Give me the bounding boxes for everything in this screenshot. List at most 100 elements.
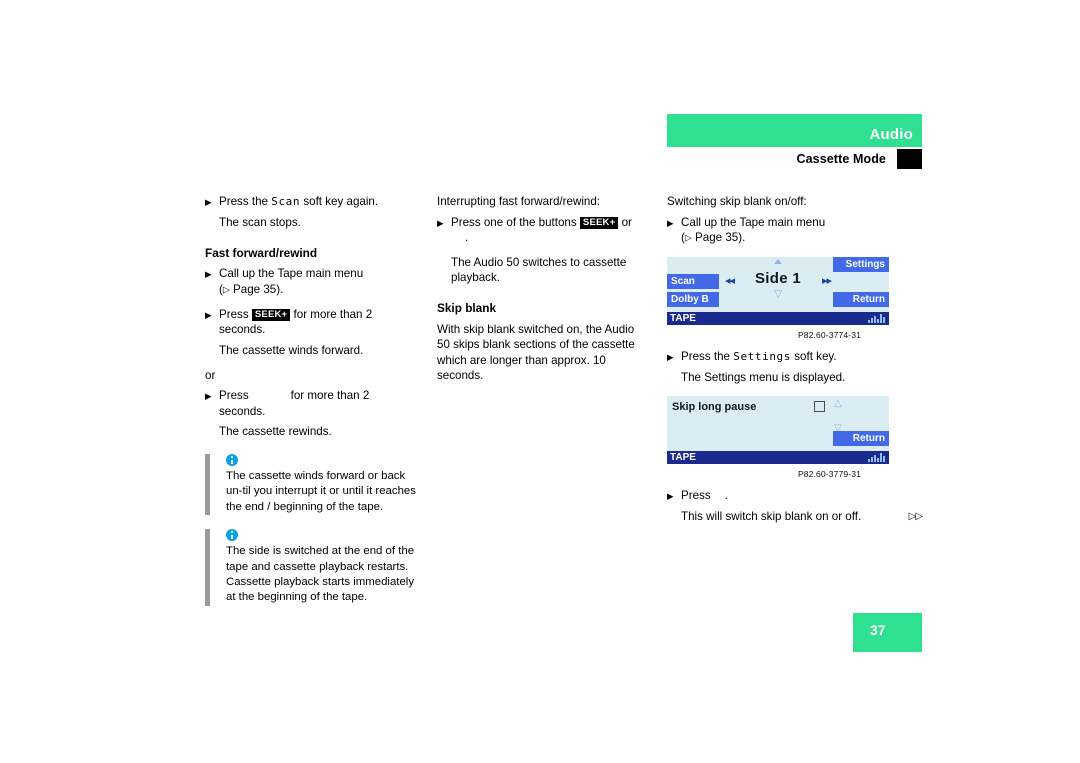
pgref-post: Page 35). [691,231,746,245]
interrupt-result-line2: playback. [451,271,500,285]
press-buttons-post: or [621,215,632,229]
screen-canvas: Side 1 ◂◂ ▸▸ Scan Dolby B Settings Retur… [667,257,889,313]
page-reference: (▷ Page 35). [219,283,283,296]
softkey-return[interactable]: Return [833,431,889,447]
step-press-seek-minus-text: Press for more than 2 seconds. [219,388,418,419]
note-winding-text: The cassette winds forward or back un-ti… [226,470,416,513]
step-press-seek-plus: ▶ Press SEEK+ for more than 2 seconds. [205,307,418,338]
header-subtitle-row: Cassette Mode [667,149,922,172]
bullet-icon: ▶ [205,269,212,280]
triangle-right-icon: ▷ [684,232,692,243]
settings-pre: Press the [681,349,730,363]
page-number: 37 [870,622,886,638]
seek-plus-result-text: The cassette winds forward. [219,344,364,358]
bullet-icon: ▶ [667,217,674,228]
note-box-side-switch: The side is switched at the end of the t… [205,529,418,606]
press-buttons-pre: Press one of the buttons [451,215,577,229]
seek-minus-pre: Press [219,389,249,403]
step-call-tape-menu: ▶ Call up the Tape main menu (▷ Page 35)… [205,266,418,298]
step-scan-again-post: soft key again. [303,195,379,208]
previous-track-icon[interactable]: ◂◂ [725,274,735,290]
header-band: Audio [667,114,922,147]
softkey-dolby-b[interactable]: Dolby B [667,292,719,308]
note-box-winding: The cassette winds forward or back un-ti… [205,454,418,516]
heading-skip-blank: Skip blank [437,300,497,315]
continuation-icon: ▷▷ [908,511,923,523]
settings-post: soft key. [794,349,837,363]
checkbox-skip-long-pause[interactable] [814,401,825,413]
interrupting-intro: Interrupting fast forward/rewind: [437,195,601,208]
bullet-icon: ▶ [205,391,212,402]
note-side-switch-text: The side is switched at the end of the t… [226,545,415,604]
press-final-pre: Press [681,489,711,503]
step-press-final: ▶ Press. [667,488,922,504]
page-reference: (▷ Page 35). [681,231,745,244]
press-final-post: . [724,489,728,503]
status-source-label: TAPE [670,313,696,325]
step-press-seek-minus: ▶ Press for more than 2 seconds. [205,388,418,419]
step-scan-again: ▶ Press the Scan soft key again. [205,194,418,210]
column-middle: Interrupting fast forward/rewind: ▶ Pres… [437,194,650,384]
scroll-up-icon [774,259,782,265]
or-text: or [205,368,216,382]
key-badge-seek-plus: SEEK+ [579,216,619,230]
info-icon [226,529,238,542]
screen-status-bar: TAPE [667,451,889,465]
key-badge-seek-plus: SEEK+ [251,308,291,322]
signal-level-icon [868,453,885,463]
figure-caption: P82.60-3779-31 [797,469,861,480]
next-track-icon[interactable]: ▸▸ [822,274,832,290]
step-call-tape-menu: ▶ Call up the Tape main menu (▷ Page 35)… [667,215,922,247]
step-call-tape-menu-text: Call up the Tape main menu (▷ Page 35). [219,266,418,298]
info-icon [226,454,238,467]
bullet-icon: ▶ [667,491,674,502]
status-source-label: TAPE [670,452,696,464]
bullet-icon: ▶ [437,217,444,228]
screen-status-bar: TAPE [667,312,889,326]
device-screen-tape-main: Side 1 ◂◂ ▸▸ Scan Dolby B Settings Retur… [667,257,889,326]
settings-result-text: The Settings menu is displayed. [681,370,846,384]
section-tab-marker [897,149,922,169]
step-call-tape-menu-text: Call up the Tape main menu (▷ Page 35). [681,215,922,247]
press-buttons-line2: . [465,231,469,245]
softkey-scan[interactable]: Scan [667,274,719,290]
device-screen-settings: Skip long pause △ ▽ Return TAPE [667,396,889,465]
step-scan-again-text: Press the Scan soft key again. [219,194,418,210]
bullet-icon: ▶ [667,351,674,362]
header-title: Audio [869,126,913,143]
bullet-icon: ▶ [205,309,212,320]
softkey-settings-label: Settings [733,349,791,363]
heading-fast-forward-rewind: Fast forward/rewind [205,245,318,260]
final-result-text: This will switch skip blank on or off. [681,510,862,524]
scroll-up-icon: △ [834,398,842,410]
scroll-down-icon [774,289,782,300]
figure-tape-main-menu: Side 1 ◂◂ ▸▸ Scan Dolby B Settings Retur… [667,257,889,344]
page-header: Audio Cassette Mode [667,114,922,172]
figure-caption: P82.60-3774-31 [797,330,861,341]
scan-result-text: The scan stops. [219,216,301,229]
call-menu-line1: Call up the Tape main menu [219,267,364,281]
step-press-settings-text: Press the Settings soft key. [681,349,922,365]
skip-blank-body: With skip blank switched on, the Audio 5… [437,322,635,383]
step-press-one-of-buttons: ▶ Press one of the buttons SEEK+ or . [437,215,650,246]
note-accent-bar [205,529,210,606]
triangle-right-icon: ▷ [222,284,230,295]
step-press-seek-plus-text: Press SEEK+ for more than 2 seconds. [219,307,418,338]
softkey-return[interactable]: Return [833,292,889,308]
seek-plus-pre: Press [219,307,249,321]
softkey-scan-label: Scan [271,195,301,208]
softkey-settings[interactable]: Settings [833,257,889,273]
screen-canvas: Skip long pause △ ▽ Return [667,396,889,452]
column-right: Switching skip blank on/off: ▶ Call up t… [667,194,923,525]
step-press-final-text: Press. [681,488,922,504]
header-subtitle: Cassette Mode [796,152,886,166]
page-number-box: 37 [853,613,922,652]
interrupt-result-line1: The Audio 50 switches to cassette [451,255,627,269]
switching-intro: Switching skip blank on/off: [667,195,807,208]
pgref-post: Page 35). [229,282,284,296]
seek-minus-result-text: The cassette rewinds. [219,425,332,439]
signal-level-icon [868,314,885,324]
bullet-icon: ▶ [205,197,212,207]
step-scan-again-pre: Press the [219,195,268,208]
setting-label-skip-long-pause: Skip long pause [672,401,757,414]
